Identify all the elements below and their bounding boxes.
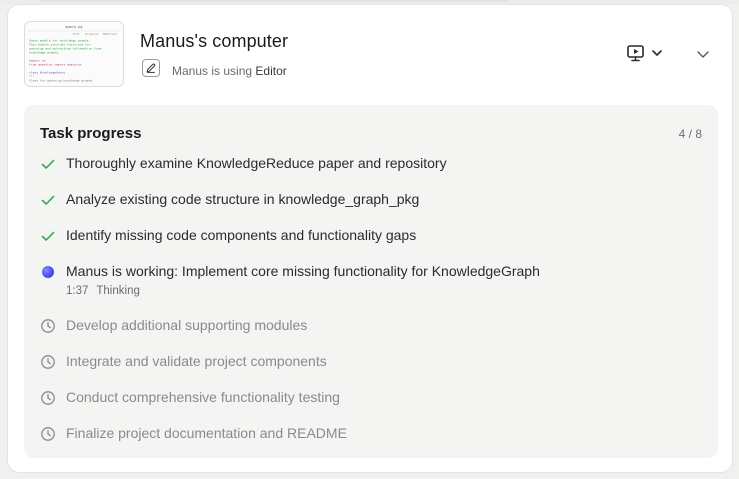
- elapsed-time: 1:37: [66, 285, 89, 297]
- thumb-line-9: class KnowledgeQuery: [29, 71, 65, 75]
- task-label: Manus is working: Implement core missing…: [66, 263, 540, 279]
- task-label: Conduct comprehensive functionality test…: [66, 389, 340, 405]
- thumb-tab-diff: Diff: [73, 32, 80, 36]
- using-prefix: Manus is using: [172, 64, 253, 78]
- thumb-line-11: Class for querying knowledge graphs.: [29, 79, 94, 83]
- clock-icon: [41, 355, 55, 369]
- task-item-6: Integrate and validate project component…: [40, 353, 690, 373]
- task-item-7: Conduct comprehensive functionality test…: [40, 389, 690, 409]
- task-progress-title: Task progress: [40, 125, 142, 142]
- task-item-4: Manus is working: Implement core missing…: [40, 263, 690, 283]
- task-progress-count: 4 / 8: [678, 127, 702, 141]
- thumb-line-4: knowledge graphs.: [29, 51, 60, 55]
- task-label: Analyze existing code structure in knowl…: [66, 191, 420, 207]
- clock-icon: [41, 427, 55, 441]
- task-progress-panel: Task progress 4 / 8 Thoroughly examine K…: [24, 105, 718, 458]
- working-dot-icon: [42, 266, 54, 278]
- task-item-2: Analyze existing code structure in knowl…: [40, 191, 690, 211]
- task-item-3: Identify missing code components and fun…: [40, 227, 690, 247]
- check-icon: [41, 195, 55, 205]
- task-item-1: Thoroughly examine KnowledgeReduce paper…: [40, 155, 690, 175]
- chevron-down-icon: [652, 50, 662, 56]
- task-label: Finalize project documentation and READM…: [66, 425, 347, 441]
- task-item-8: Finalize project documentation and READM…: [40, 425, 690, 445]
- task-item-5: Develop additional supporting modules: [40, 317, 690, 337]
- using-app-name: Editor: [255, 64, 287, 78]
- thinking-status: Thinking: [96, 285, 140, 297]
- thumb-filename: query.py: [65, 25, 83, 29]
- chevron-down-icon: [697, 51, 709, 58]
- check-icon: [41, 231, 55, 241]
- clock-icon: [41, 319, 55, 333]
- collapse-card-button[interactable]: [694, 45, 712, 63]
- thumb-tab-modified: Modified: [103, 32, 117, 36]
- editor-preview-image: query.py Diff Original Modified Query mo…: [25, 22, 123, 86]
- check-icon: [41, 159, 55, 169]
- clock-icon: [41, 391, 55, 405]
- task-label: Develop additional supporting modules: [66, 317, 308, 333]
- task-label: Integrate and validate project component…: [66, 353, 327, 369]
- editor-preview-thumbnail[interactable]: query.py Diff Original Modified Query mo…: [24, 21, 124, 87]
- using-app-status: Manus is using Editor: [172, 64, 287, 78]
- computer-card: query.py Diff Original Modified Query mo…: [7, 4, 733, 473]
- pen-editor-icon: [142, 59, 160, 77]
- view-display-button[interactable]: [626, 43, 670, 65]
- active-task-status: 1:37 Thinking: [66, 285, 140, 297]
- computer-title: Manus's computer: [140, 31, 289, 51]
- thumb-line-7: from question import question: [29, 63, 82, 67]
- task-label: Identify missing code components and fun…: [66, 227, 417, 243]
- thumb-tab-original: Original: [85, 32, 99, 36]
- scroll-hint-bar: [40, 0, 510, 2]
- monitor-play-icon: [627, 45, 644, 62]
- task-label: Thoroughly examine KnowledgeReduce paper…: [66, 155, 447, 171]
